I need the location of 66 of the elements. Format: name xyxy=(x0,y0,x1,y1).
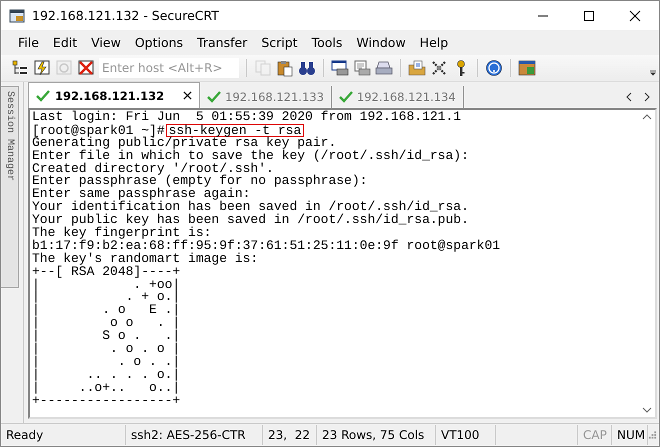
terminal-line: | S o . .| xyxy=(32,328,180,344)
shell-command: ssh-keygen -t rsa xyxy=(166,124,304,137)
window-icon[interactable] xyxy=(518,59,536,77)
check-icon xyxy=(36,90,50,102)
menu-item[interactable]: File xyxy=(11,35,46,50)
status-field: ssh2: AES-256-CTR xyxy=(126,425,263,445)
menu-item[interactable]: View xyxy=(84,35,128,50)
status-field: NUM xyxy=(612,425,648,445)
screen-printer-icon[interactable] xyxy=(331,59,349,77)
folder-icon[interactable] xyxy=(408,59,426,77)
terminal-line: | .. . . . o.| xyxy=(32,366,180,382)
scroll-right-icon[interactable] xyxy=(643,92,651,102)
terminal-line: Enter file in which to save the key (/root/.ssh/id_rsa): xyxy=(32,148,469,163)
terminal-line: Created directory '/root/.ssh'. xyxy=(32,160,274,176)
page-printer-icon[interactable] xyxy=(353,59,371,77)
terminal-line: | . o . .| xyxy=(32,354,180,369)
host-field[interactable]: Enter host <Alt+R> xyxy=(99,58,239,78)
status-field: Ready xyxy=(1,425,126,445)
help-icon[interactable] xyxy=(485,59,503,77)
session-tree-icon[interactable] xyxy=(11,59,29,77)
disconnect-icon[interactable] xyxy=(77,59,95,77)
scroll-left-icon[interactable] xyxy=(625,92,633,102)
status-field: CAP xyxy=(578,425,612,445)
menu-item[interactable]: Help xyxy=(412,35,456,50)
clipboard-icon[interactable] xyxy=(276,59,294,77)
terminal-line: | ..o+.. o..| xyxy=(32,380,180,395)
terminal-line: Enter same passphrase again: xyxy=(32,186,250,202)
close-icon[interactable] xyxy=(629,10,641,22)
scroll-down-icon[interactable] xyxy=(642,406,652,414)
printer-icon[interactable] xyxy=(375,59,393,77)
terminal-line: Your public key has been saved in /root/.ssh/id_rsa.pub. xyxy=(32,212,469,228)
lightning-icon[interactable] xyxy=(33,59,51,77)
resize-grip-icon[interactable] xyxy=(648,430,657,440)
terminal-line: +--[ RSA 2048]----+ xyxy=(32,264,180,279)
check-icon xyxy=(338,91,353,103)
terminal-line: | . o . o | xyxy=(32,341,180,356)
session-tab[interactable]: 192.168.121.132 xyxy=(28,82,200,108)
app-icon xyxy=(9,8,25,24)
terminal-line: +-----------------+ xyxy=(32,392,180,408)
status-field: 23 Rows, 75 Cols xyxy=(317,425,436,445)
menu-item[interactable]: Options xyxy=(128,35,190,50)
terminal-line: The key fingerprint is: xyxy=(32,225,212,240)
close-tab-icon[interactable] xyxy=(183,91,192,100)
maximize-icon[interactable] xyxy=(583,10,595,22)
status-field: 23, 22 xyxy=(263,425,317,445)
terminal-line: | . o E .| xyxy=(32,302,180,318)
menu-item[interactable]: Edit xyxy=(46,35,84,50)
terminal-line: | o o . | xyxy=(32,315,180,330)
menu-item[interactable]: Script xyxy=(254,35,305,50)
window-title: 192.168.121.132 - SecureCRT xyxy=(32,8,219,23)
terminal-line: | . + o.| xyxy=(32,289,180,304)
terminal-line: Your identification has been saved in /root/.ssh/id_rsa. xyxy=(32,199,469,214)
terminal-line: | . +oo| xyxy=(32,276,180,292)
menu-item[interactable]: Tools xyxy=(304,35,350,50)
menu-item[interactable]: Window xyxy=(349,35,413,50)
session-manager-tab[interactable]: Session Manager xyxy=(1,86,19,288)
check-icon xyxy=(207,91,222,103)
terminal-line: The key's randomart image is: xyxy=(32,250,258,266)
binoculars-icon[interactable] xyxy=(298,59,316,77)
shell-prompt: [root@spark01 ~]# xyxy=(32,122,165,138)
terminal-line: Last login: Fri Jun 5 01:55:39 2020 from 192.168.121.1 xyxy=(32,109,462,124)
terminal-line: b1:17:f9:b2:ea:68:ff:95:9f:37:61:51:25:11:0e:9f root@spark01 xyxy=(32,238,500,253)
terminal[interactable] xyxy=(28,108,657,419)
status-field: VT100 xyxy=(436,425,496,445)
menu-item[interactable]: Transfer xyxy=(190,35,254,50)
scroll-up-icon[interactable] xyxy=(642,113,652,121)
